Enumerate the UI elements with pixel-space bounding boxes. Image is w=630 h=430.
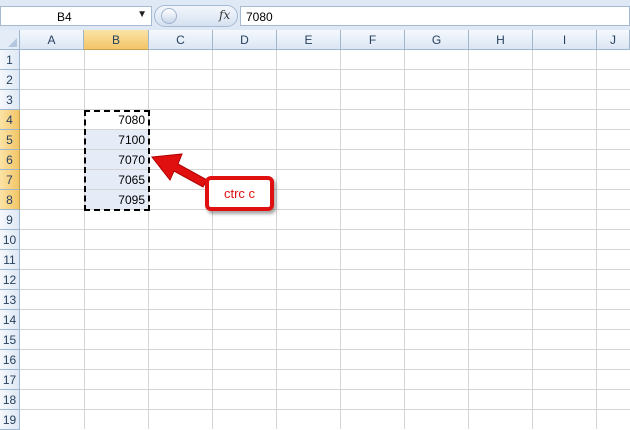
row-header-17[interactable]: 17 (0, 370, 20, 390)
gridline (20, 349, 630, 350)
formula-input[interactable]: 7080 (240, 6, 630, 26)
column-header-g[interactable]: G (405, 30, 469, 50)
row-header-2[interactable]: 2 (0, 70, 20, 90)
row-header-8[interactable]: 8 (0, 190, 20, 210)
annotation-callout: ctrc c (205, 176, 274, 211)
row-header-10[interactable]: 10 (0, 230, 20, 250)
gridline (20, 249, 630, 250)
gridline (532, 50, 533, 429)
gridline (276, 50, 277, 429)
row-header-12[interactable]: 12 (0, 270, 20, 290)
column-header-e[interactable]: E (277, 30, 341, 50)
column-header-h[interactable]: H (469, 30, 533, 50)
resize-grip-icon[interactable] (161, 8, 177, 24)
row-header-19[interactable]: 19 (0, 410, 20, 430)
row-header-4[interactable]: 4 (0, 110, 20, 130)
worksheet-grid[interactable]: A B C D E F G H I J 1 2 3 4 5 6 7 8 9 10… (0, 30, 630, 430)
gridline (340, 50, 341, 429)
gridline (84, 50, 85, 429)
gridline (404, 50, 405, 429)
row-header-6[interactable]: 6 (0, 150, 20, 170)
row-header-7[interactable]: 7 (0, 170, 20, 190)
gridline (212, 50, 213, 429)
row-header-16[interactable]: 16 (0, 350, 20, 370)
name-box[interactable]: B4 ▼ (0, 6, 152, 26)
gridline (20, 229, 630, 230)
column-header-d[interactable]: D (213, 30, 277, 50)
gridline (148, 50, 149, 429)
row-header-1[interactable]: 1 (0, 50, 20, 70)
row-header-11[interactable]: 11 (0, 250, 20, 270)
row-header-18[interactable]: 18 (0, 390, 20, 410)
formula-input-value: 7080 (246, 10, 273, 24)
column-header-b[interactable]: B (84, 30, 149, 50)
column-header-c[interactable]: C (149, 30, 213, 50)
copy-marquee (84, 110, 150, 211)
row-header-5[interactable]: 5 (0, 130, 20, 150)
column-header-i[interactable]: I (533, 30, 597, 50)
formula-bar: B4 ▼ fx 7080 (0, 0, 630, 30)
chevron-down-icon[interactable]: ▼ (137, 9, 147, 20)
column-header-a[interactable]: A (20, 30, 84, 50)
row-header-3[interactable]: 3 (0, 90, 20, 110)
gridline (20, 409, 630, 410)
gridline (20, 269, 630, 270)
name-box-value: B4 (57, 10, 72, 24)
row-header-15[interactable]: 15 (0, 330, 20, 350)
row-header-9[interactable]: 9 (0, 210, 20, 230)
insert-function-icon[interactable]: fx (219, 8, 230, 22)
gridline (20, 289, 630, 290)
column-header-f[interactable]: F (341, 30, 405, 50)
gridline (20, 309, 630, 310)
gridline (20, 369, 630, 370)
gridline (20, 89, 630, 90)
gridline (596, 50, 597, 429)
gridline (20, 389, 630, 390)
formula-buttons: fx (154, 5, 238, 27)
gridline (20, 329, 630, 330)
row-header-13[interactable]: 13 (0, 290, 20, 310)
gridline (468, 50, 469, 429)
select-all-button[interactable] (0, 30, 20, 50)
column-header-j[interactable]: J (597, 30, 630, 50)
gridline (20, 69, 630, 70)
row-header-14[interactable]: 14 (0, 310, 20, 330)
